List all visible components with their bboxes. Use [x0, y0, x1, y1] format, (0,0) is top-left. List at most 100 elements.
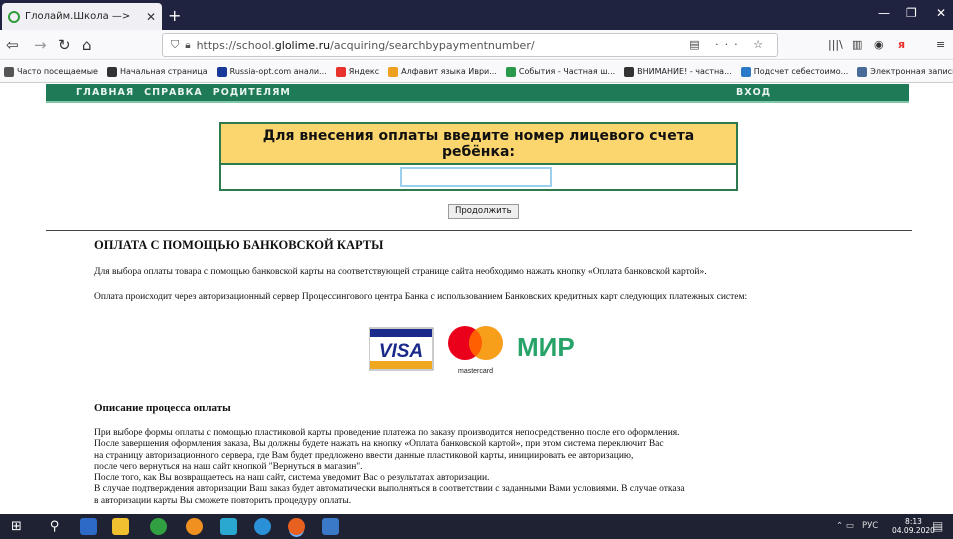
url-host: glolime.ru	[274, 38, 331, 52]
site-favicon-icon	[8, 10, 20, 23]
new-tab-icon[interactable]: +	[168, 6, 181, 25]
payment-systems-text: Оплата происходит через авторизационный …	[94, 292, 748, 302]
bookmark-label: Подсчет себестоимо...	[753, 67, 849, 76]
search-icon[interactable]: ⚲	[46, 518, 63, 535]
firefox-icon[interactable]	[288, 518, 305, 535]
task-view-icon[interactable]	[80, 518, 97, 535]
bookmark-label: Электронная запись ...	[870, 67, 953, 76]
mir-logo: МИР	[517, 332, 575, 362]
visa-logo-text: VISA	[379, 341, 423, 362]
ru-icon	[216, 66, 227, 77]
divider	[46, 230, 912, 231]
nav-home-link[interactable]: ГЛАВНАЯ	[76, 87, 134, 98]
gear-icon	[4, 66, 14, 77]
sheet-icon	[740, 66, 751, 77]
tracking-shield-icon[interactable]: ⛉	[171, 38, 179, 52]
skype-icon[interactable]	[220, 518, 237, 535]
bookmark-item[interactable]: Подсчет себестоимо...	[740, 66, 849, 77]
bookmarks-bar: Часто посещаемые Начальная страница Russia…	[0, 61, 953, 83]
description-line: на страницу авторизационного сервера, гд…	[94, 450, 634, 461]
calculator-icon[interactable]	[322, 518, 339, 535]
mastercard-logo: mastercard	[448, 326, 503, 375]
tray-icons[interactable]: ⌃ ▭	[836, 521, 854, 531]
bookmark-label: События - Частная ш...	[518, 67, 616, 76]
sidebar-icon[interactable]: ▥	[852, 38, 862, 51]
payment-form: Для внесения оплаты введите номер лицево…	[219, 122, 738, 191]
process-description-text: При выборе формы оплаты с помощью пласти…	[94, 428, 874, 507]
bars-icon	[624, 66, 635, 77]
menu-icon[interactable]: ≡	[936, 38, 945, 51]
yandex-extension-icon[interactable]: я	[898, 38, 905, 51]
bookmark-item[interactable]: Часто посещаемые	[4, 66, 98, 77]
bookmark-label: ВНИМАНИЕ! - частна...	[637, 67, 732, 76]
bookmark-label: Russia-opt.com анали...	[229, 67, 327, 76]
nav-help-link[interactable]: СПРАВКА	[144, 87, 203, 98]
restore-icon[interactable]: ❐	[906, 6, 917, 20]
description-line: После завершения оформления заказа, Вы д…	[94, 439, 664, 450]
m-icon	[505, 66, 516, 77]
bookmark-item[interactable]: Russia-opt.com анали...	[216, 66, 327, 77]
language-indicator[interactable]: РУС	[862, 521, 878, 531]
url-path: /acquiring/searchbypaymentnumber/	[330, 38, 535, 52]
clock-time: 8:13	[905, 517, 922, 526]
notifications-icon[interactable]: ▤	[932, 519, 943, 533]
back-icon[interactable]: ⇦	[6, 36, 19, 54]
start-windows-icon[interactable]: ⊞	[8, 518, 25, 535]
payment-systems-logos: VISA mastercard МИР	[369, 326, 575, 375]
url-actions[interactable]: ▤ ··· ☆	[689, 38, 769, 51]
reader-mode-icon[interactable]: ▤	[689, 38, 705, 51]
close-window-icon[interactable]: ✕	[936, 6, 946, 20]
browser-title-bar: Глолайм.Школа —> ✕ + — ❐ ✕	[0, 0, 953, 30]
site-navigation: ГЛАВНАЯ СПРАВКА РОДИТЕЛЯМ ВХОД	[46, 84, 909, 103]
account-icon[interactable]: ◉	[874, 38, 884, 51]
bookmark-item[interactable]: Яндекс	[335, 66, 380, 77]
web-page: ГЛАВНАЯ СПРАВКА РОДИТЕЛЯМ ВХОД Для внесе…	[0, 84, 953, 514]
navigation-toolbar: ⇦ → ↻ ⌂ ⛉ 🔒︎ https://school. glolime.ru/a…	[0, 30, 953, 60]
app-icon[interactable]	[186, 518, 203, 535]
bookmark-label: Алфавит языка Иври...	[401, 67, 497, 76]
telegram-icon[interactable]	[254, 518, 271, 535]
continue-button[interactable]: Продолжить	[448, 204, 519, 219]
nav-parents-link[interactable]: РОДИТЕЛЯМ	[213, 87, 291, 98]
payment-form-heading: Для внесения оплаты введите номер лицево…	[221, 124, 736, 165]
file-explorer-icon[interactable]	[112, 518, 129, 535]
lock-icon[interactable]: 🔒︎	[185, 40, 190, 51]
process-description-title: Описание процесса оплаты	[94, 402, 231, 414]
section-title: ОПЛАТА С ПОМОЩЬЮ БАНКОВСКОЙ КАРТЫ	[94, 238, 384, 252]
description-line: в авторизации карты Вы сможете повторить…	[94, 495, 352, 506]
reload-icon[interactable]: ↻	[58, 36, 71, 54]
bookmark-item[interactable]: Алфавит языка Иври...	[388, 66, 497, 77]
home-icon[interactable]: ⌂	[82, 36, 92, 54]
windows-taskbar: ⊞ ⚲ ⌃ ▭ РУС 8:13 04.09.2020 ▤	[0, 514, 953, 539]
bookmark-label: Начальная страница	[119, 67, 208, 76]
card-payment-instruction: Для выбора оплаты товара с помощью банко…	[94, 267, 707, 277]
description-line: После того, как Вы возвращаетесь на наш …	[94, 473, 490, 484]
clock[interactable]: 8:13 04.09.2020	[892, 517, 935, 535]
calendar-icon	[857, 66, 868, 77]
google-icon	[388, 66, 399, 77]
close-tab-icon[interactable]: ✕	[146, 10, 156, 24]
clock-date: 04.09.2020	[892, 526, 935, 535]
forward-icon[interactable]: →	[34, 36, 47, 54]
nav-login-link[interactable]: ВХОД	[736, 87, 771, 98]
description-line: после чего вернуться на наш сайт кнопкой…	[94, 461, 363, 472]
mir-logo-text: МИР	[517, 332, 575, 362]
bookmark-item[interactable]: События - Частная ш...	[505, 66, 616, 77]
minimize-icon[interactable]: —	[878, 6, 890, 20]
mastercard-logo-text: mastercard	[458, 368, 493, 375]
bookmark-item[interactable]: ВНИМАНИЕ! - частна...	[624, 66, 732, 77]
bookmark-label: Часто посещаемые	[17, 67, 98, 76]
description-line: В случае подтверждения авторизации Ваш з…	[94, 484, 685, 495]
bookmark-label: Яндекс	[348, 67, 380, 76]
browser-tab[interactable]: Глолайм.Школа —> ✕	[2, 3, 162, 30]
address-bar[interactable]: ⛉ 🔒︎ https://school. glolime.ru/acquiring…	[162, 33, 778, 57]
library-icon[interactable]: |||\	[828, 38, 843, 51]
visa-logo: VISA	[369, 327, 434, 371]
chrome-icon[interactable]	[150, 518, 167, 535]
globe-icon	[106, 66, 117, 77]
tab-title: Глолайм.Школа —>	[25, 11, 131, 22]
bookmark-item[interactable]: Начальная страница	[106, 66, 208, 77]
account-number-input[interactable]	[400, 167, 552, 187]
bookmark-item[interactable]: Электронная запись ...	[857, 66, 953, 77]
payment-form-input-row	[221, 165, 736, 189]
